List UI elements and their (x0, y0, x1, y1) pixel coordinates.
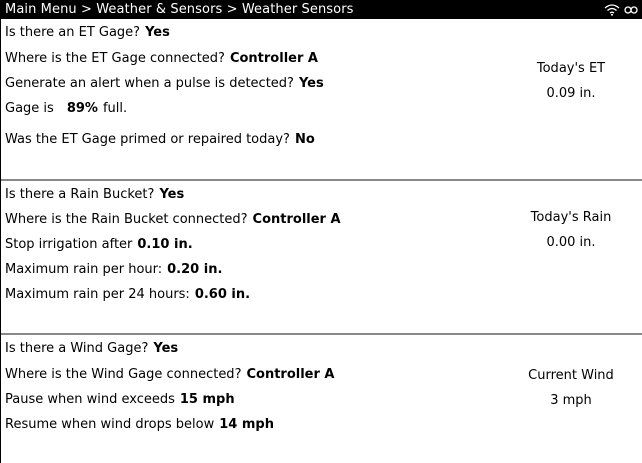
et-gage-level-suffix: full. (102, 101, 128, 116)
et-pulse-alert-label: Generate an alert when a pulse is detect… (5, 76, 294, 91)
rain-bucket-present-label: Is there a Rain Bucket? (5, 186, 155, 202)
et-gage-connection-label: Where is the ET Gage connected? (5, 51, 225, 66)
et-gage-present-label: Is there an ET Gage? (5, 25, 141, 40)
et-primed-label: Was the ET Gage primed or repaired today… (5, 132, 290, 147)
todays-et-title: Today's ET (536, 61, 606, 76)
wind-gage-present-row[interactable]: Is there a Wind Gage? Yes (5, 335, 642, 362)
et-gage-present-value[interactable]: Yes (145, 25, 170, 40)
current-wind-value: 3 mph (550, 393, 592, 408)
wind-gage-section: Is there a Wind Gage? Yes Where is the W… (1, 335, 642, 461)
title-bar: Main Menu > Weather & Sensors > Weather … (1, 0, 642, 19)
et-primed-row[interactable]: Was the ET Gage primed or repaired today… (5, 121, 642, 156)
link-icon (624, 5, 638, 15)
rain-bucket-present-row[interactable]: Is there a Rain Bucket? Yes (5, 181, 642, 207)
et-gage-level-value[interactable]: 89% (67, 101, 98, 116)
rain-bucket-section: Is there a Rain Bucket? Yes Where is the… (1, 181, 642, 335)
wifi-icon (604, 3, 620, 16)
todays-et-readout: Today's ET 0.09 in. (508, 56, 634, 106)
et-primed-value[interactable]: No (295, 132, 315, 147)
current-wind-readout: Current Wind 3 mph (508, 363, 634, 413)
todays-et-value: 0.09 in. (546, 86, 596, 101)
wind-gage-connection-value[interactable]: Controller A (246, 367, 334, 382)
max-rain-24h-row[interactable]: Maximum rain per 24 hours: 0.60 in. (5, 282, 642, 307)
et-gage-present-row[interactable]: Is there an ET Gage? Yes (5, 19, 642, 46)
et-gage-connection-value[interactable]: Controller A (230, 51, 318, 66)
current-wind-title: Current Wind (528, 368, 614, 383)
wind-gage-present-label: Is there a Wind Gage? (5, 341, 149, 356)
max-rain-24h-value[interactable]: 0.60 in. (195, 287, 250, 302)
weather-sensors-screen: Main Menu > Weather & Sensors > Weather … (0, 0, 642, 463)
todays-rain-title: Today's Rain (530, 210, 612, 225)
pause-wind-label: Pause when wind exceeds (5, 392, 175, 407)
rain-bucket-present-value[interactable]: Yes (159, 187, 184, 202)
stop-irrigation-label: Stop irrigation after (5, 237, 133, 252)
pause-wind-value[interactable]: 15 mph (180, 392, 235, 407)
wind-gage-present-value[interactable]: Yes (153, 341, 178, 356)
et-gage-level-label: Gage is (5, 101, 54, 116)
resume-wind-label: Resume when wind drops below (5, 417, 215, 432)
max-rain-hour-value[interactable]: 0.20 in. (167, 262, 222, 277)
wind-gage-connection-label: Where is the Wind Gage connected? (5, 367, 242, 382)
stop-irrigation-value[interactable]: 0.10 in. (137, 237, 192, 252)
et-pulse-alert-value[interactable]: Yes (299, 76, 324, 91)
et-gage-section: Is there an ET Gage? Yes Where is the ET… (1, 19, 642, 181)
breadcrumb[interactable]: Main Menu > Weather & Sensors > Weather … (5, 2, 354, 17)
rain-bucket-connection-label: Where is the Rain Bucket connected? (5, 212, 248, 227)
max-rain-hour-row[interactable]: Maximum rain per hour: 0.20 in. (5, 257, 642, 282)
max-rain-24h-label: Maximum rain per 24 hours: (5, 287, 190, 302)
status-icons (604, 3, 638, 16)
resume-wind-row[interactable]: Resume when wind drops below 14 mph (5, 412, 642, 437)
todays-rain-value: 0.00 in. (546, 235, 596, 250)
resume-wind-value[interactable]: 14 mph (219, 417, 274, 432)
rain-bucket-connection-value[interactable]: Controller A (253, 212, 341, 227)
max-rain-hour-label: Maximum rain per hour: (5, 262, 163, 277)
todays-rain-readout: Today's Rain 0.00 in. (508, 205, 634, 255)
